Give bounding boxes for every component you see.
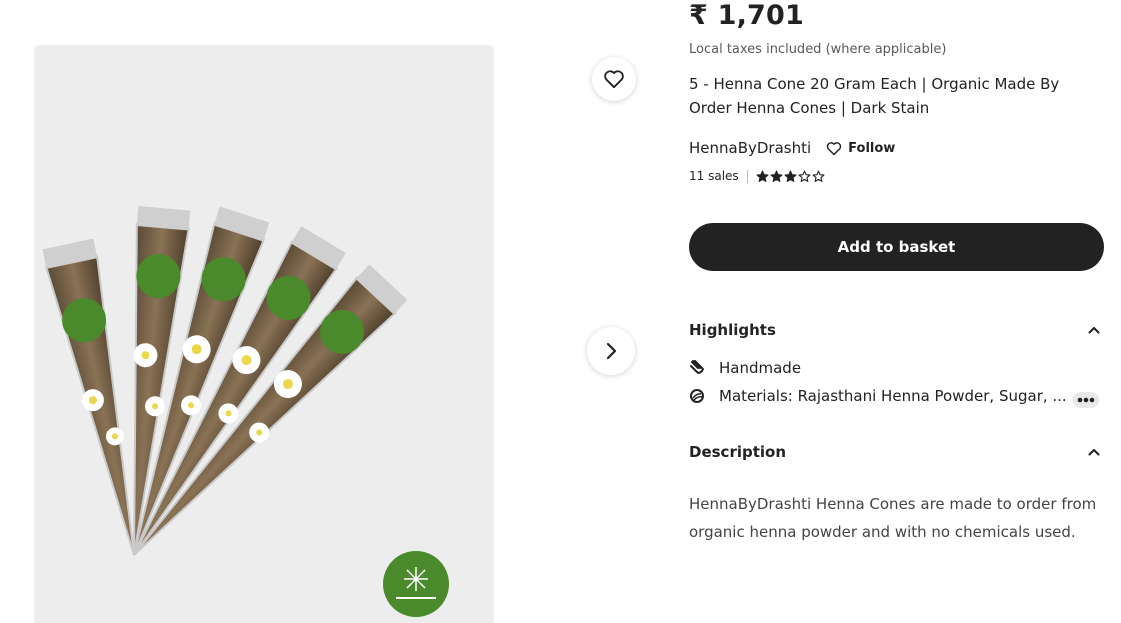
next-image-button[interactable] bbox=[587, 327, 635, 375]
product-title: 5 - Henna Cone 20 Gram Each | Organic Ma… bbox=[689, 75, 1060, 117]
henna-cones-illustration bbox=[42, 206, 449, 617]
shop-row: HennaByDrashti Follow bbox=[689, 139, 895, 157]
heart-icon bbox=[604, 70, 624, 89]
shop-name-link[interactable]: HennaByDrashti bbox=[689, 139, 811, 157]
add-to-basket-button[interactable]: Add to basket bbox=[689, 223, 1104, 271]
follow-button[interactable]: Follow bbox=[826, 141, 895, 156]
shop-logo-sticker bbox=[383, 551, 449, 617]
product-image[interactable] bbox=[34, 45, 494, 623]
highlight-label: Handmade bbox=[719, 359, 802, 377]
star-rating[interactable] bbox=[756, 170, 826, 183]
highlight-label: Materials: Rajasthani Henna Powder, Suga… bbox=[719, 387, 1067, 405]
description-toggle[interactable]: Description bbox=[689, 443, 1104, 461]
highlight-handmade: Handmade bbox=[689, 359, 801, 377]
star-filled-icon bbox=[770, 170, 783, 182]
favorite-button[interactable] bbox=[592, 57, 636, 101]
more-dots-icon bbox=[1077, 397, 1095, 403]
highlights-heading: Highlights bbox=[689, 321, 776, 339]
product-price: ₹ 1,701 bbox=[689, 0, 804, 31]
star-filled-icon bbox=[784, 170, 797, 182]
sales-count: 11 sales bbox=[689, 169, 739, 183]
star-empty-icon bbox=[812, 170, 825, 182]
heart-icon bbox=[826, 141, 842, 155]
hand-icon bbox=[689, 359, 707, 377]
sales-rating-row: 11 sales bbox=[689, 169, 826, 183]
more-materials-button[interactable] bbox=[1073, 392, 1099, 408]
materials-icon bbox=[689, 387, 707, 405]
divider bbox=[746, 169, 748, 183]
star-filled-icon bbox=[756, 170, 769, 182]
chevron-up-icon bbox=[1088, 327, 1100, 334]
tax-note: Local taxes included (where applicable) bbox=[689, 42, 947, 57]
chevron-up-icon bbox=[1088, 449, 1100, 456]
description-text: HennaByDrashti Henna Cones are made to o… bbox=[689, 495, 1097, 541]
description-heading: Description bbox=[689, 443, 787, 461]
follow-label: Follow bbox=[848, 140, 896, 156]
highlight-materials: Materials: Rajasthani Henna Powder, Suga… bbox=[689, 387, 1067, 405]
chevron-right-icon bbox=[606, 342, 617, 360]
highlights-toggle[interactable]: Highlights bbox=[689, 321, 1104, 339]
star-empty-icon bbox=[798, 170, 811, 182]
